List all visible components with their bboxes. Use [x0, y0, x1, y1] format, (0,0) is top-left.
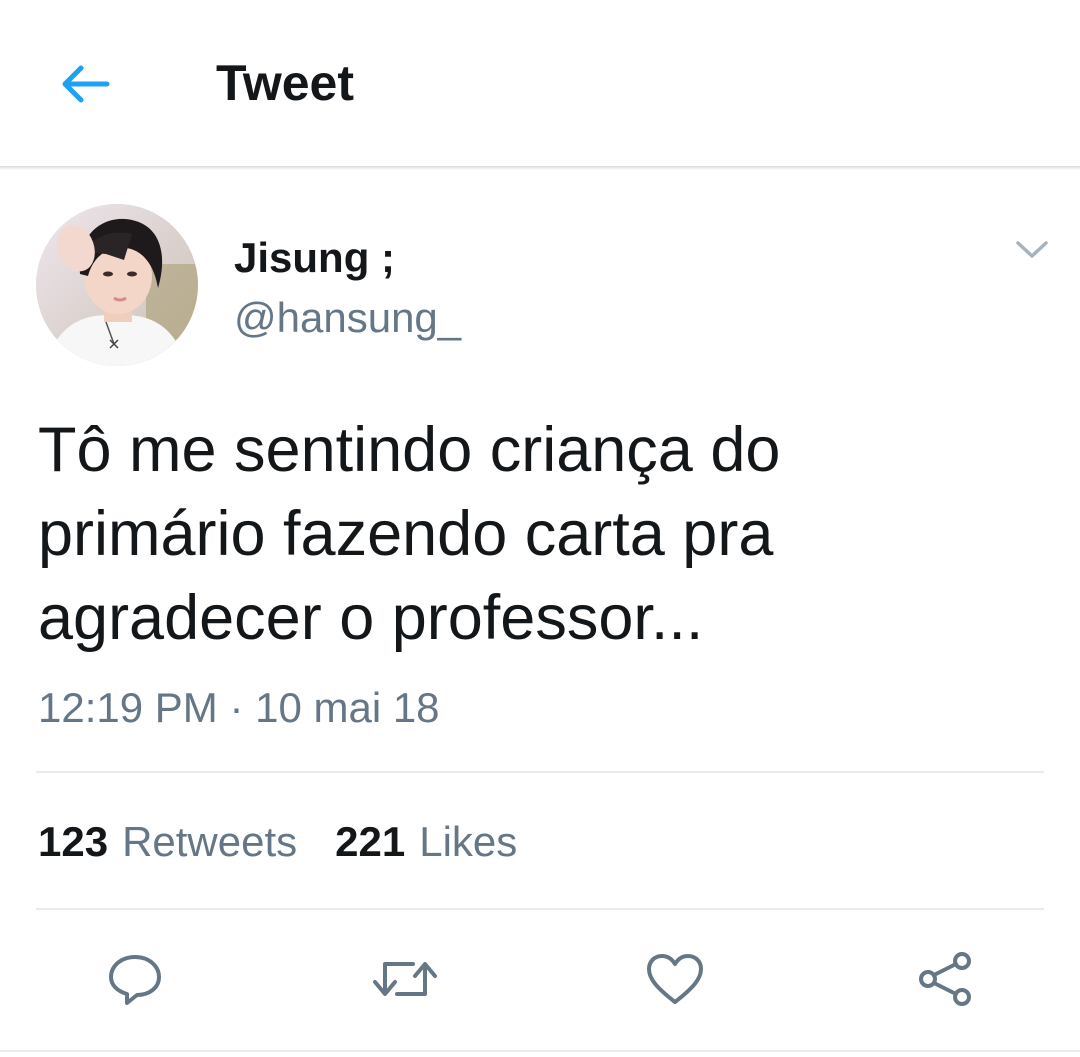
- tweet-detail-screen: Tweet Jisung ; @hansung_ Tô me sentindo …: [0, 0, 1080, 1057]
- author-display-name[interactable]: Jisung ;: [234, 232, 395, 284]
- share-button[interactable]: [910, 944, 980, 1014]
- tweet-timestamp: 12:19 PM · 10 mai 18: [38, 684, 440, 731]
- retweets-count: 123: [38, 818, 109, 865]
- divider: [36, 771, 1044, 773]
- share-icon: [919, 952, 971, 1006]
- likes-count: 221: [335, 818, 406, 865]
- tweet-stats: 123 Retweets 221 Likes: [38, 814, 517, 870]
- back-arrow-icon: [62, 65, 110, 103]
- reply-icon: [109, 955, 161, 1005]
- retweets-label: Retweets: [122, 818, 298, 865]
- likes-label: Likes: [419, 818, 518, 865]
- likes-stat[interactable]: 221 Likes: [335, 814, 517, 870]
- chevron-down-icon: [1016, 241, 1048, 258]
- header-divider: [0, 166, 1080, 170]
- bottom-divider: [0, 1050, 1080, 1052]
- retweet-button[interactable]: [370, 944, 440, 1014]
- divider: [36, 908, 1044, 910]
- like-button[interactable]: [640, 944, 710, 1014]
- avatar-image: [36, 204, 198, 366]
- page-title: Tweet: [216, 55, 354, 111]
- app-header: Tweet: [0, 0, 1080, 168]
- more-options-button[interactable]: [1004, 226, 1060, 274]
- author-handle[interactable]: @hansung_: [234, 292, 461, 344]
- retweets-stat[interactable]: 123 Retweets: [38, 814, 297, 870]
- back-button[interactable]: [52, 54, 118, 114]
- tweet-text: Tô me sentindo criança do primário fazen…: [38, 415, 781, 653]
- reply-button[interactable]: [100, 944, 170, 1014]
- avatar[interactable]: [36, 204, 198, 366]
- retweet-icon: [373, 962, 437, 996]
- heart-icon: [647, 954, 703, 1004]
